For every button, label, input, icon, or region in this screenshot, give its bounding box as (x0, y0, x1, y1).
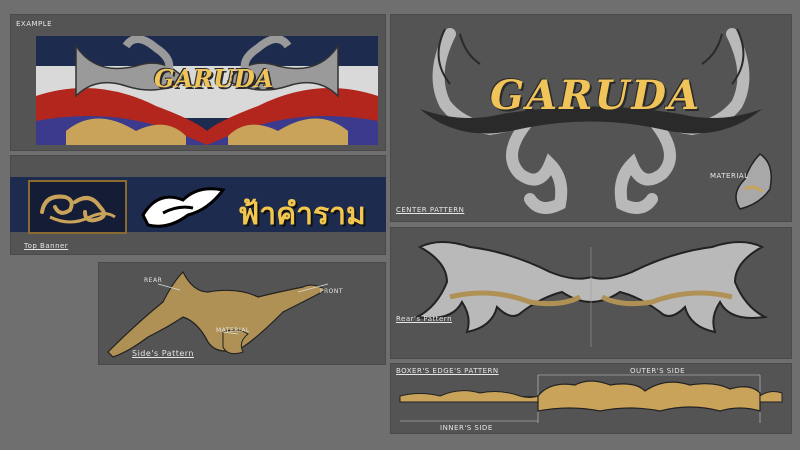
inner-side-label: Inner's Side (440, 424, 493, 432)
cloud-flame-motif-icon (141, 187, 226, 228)
center-title: GARUDA (490, 72, 702, 119)
boxers-edges-label: Boxer's Edge's Pattern (396, 367, 499, 375)
top-banner-emblem (28, 180, 127, 234)
rears-pattern-label: Rear's Pattern (396, 315, 453, 323)
example-title: GARUDA (154, 64, 274, 93)
center-pattern-panel: GARUDA Material Center Pattern (390, 14, 792, 222)
top-banner-panel: ฟ้าคำราม Top Banner (10, 155, 386, 255)
center-material-label: Material (710, 172, 749, 180)
top-banner-label: Top Banner (24, 242, 69, 250)
sides-rear-label: Rear (144, 277, 163, 284)
sides-material-label: Material (216, 327, 250, 334)
thai-title: ฟ้าคำราม (238, 197, 366, 232)
center-pattern-label: Center Pattern (396, 206, 465, 214)
example-panel: Example GARUDA (10, 14, 386, 151)
sides-pattern-panel: Rear Front Material Side's Pattern (98, 262, 386, 365)
rears-pattern-panel: Rear's Pattern (390, 227, 792, 359)
outer-side-label: Outer's Side (630, 367, 686, 375)
boxers-edges-panel: Boxer's Edge's Pattern Outer's Side Inne… (390, 363, 792, 434)
sides-front-label: Front (320, 288, 343, 295)
sides-pattern-label: Side's Pattern (132, 349, 194, 358)
example-artwork: GARUDA (36, 36, 378, 145)
rears-pattern-artwork (413, 241, 769, 347)
example-label: Example (16, 20, 53, 28)
